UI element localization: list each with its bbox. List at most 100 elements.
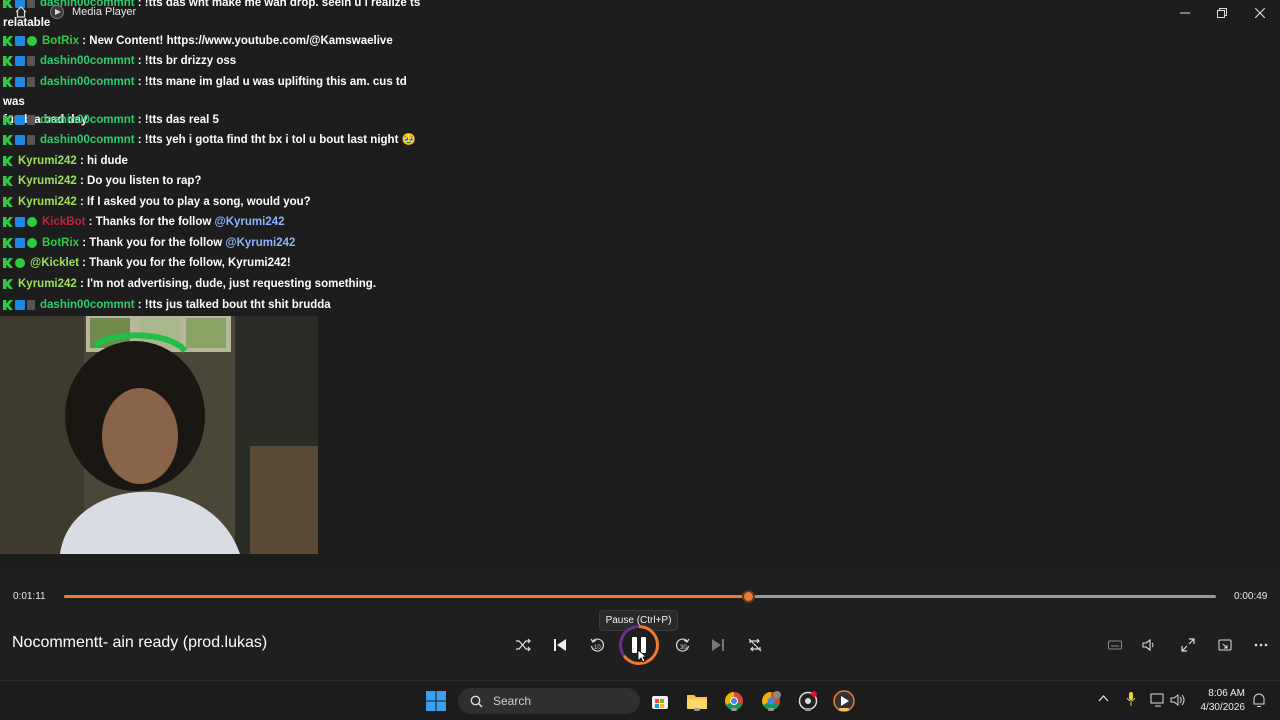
chat-message: Kyrumi242 : I'm not advertising, dude, j…	[3, 275, 423, 295]
volume-button[interactable]	[1136, 632, 1162, 658]
chat-message: BotRix : New Content! https://www.youtub…	[3, 32, 423, 52]
kick-badge-icon	[3, 197, 13, 207]
fullscreen-button[interactable]	[1175, 632, 1201, 658]
seek-bar[interactable]	[64, 595, 1216, 598]
chat-username: BotRix	[42, 35, 80, 47]
subscriber-badge-icon	[15, 77, 25, 87]
remaining-time: 0:00:49	[1234, 591, 1268, 602]
chat-message: dashin00commnt : !tts yeh i gotta find t…	[3, 131, 423, 151]
chat-username: dashin00commnt	[40, 299, 135, 311]
running-indicator	[694, 708, 700, 711]
elapsed-time: 0:01:11	[13, 591, 46, 602]
chat-username: BotRix	[42, 237, 80, 249]
miniplayer-icon	[1218, 639, 1232, 651]
obs-app[interactable]	[796, 689, 820, 713]
taskbar-search[interactable]: Search	[458, 688, 640, 714]
chat-username: KickBot	[42, 216, 86, 228]
moderator-badge-icon	[27, 56, 35, 66]
chat-text: : Thank you for the follow	[79, 237, 226, 249]
repeat-off-button[interactable]	[742, 632, 768, 658]
svg-text:30: 30	[680, 645, 687, 651]
kick-badge-icon	[3, 56, 13, 66]
more-options-button[interactable]	[1248, 632, 1274, 658]
miniplayer-button[interactable]	[1212, 632, 1238, 658]
file-explorer-app[interactable]	[685, 689, 709, 713]
network-status[interactable]	[1150, 693, 1166, 710]
tray-overflow-button[interactable]	[1098, 693, 1109, 705]
verified-badge-icon	[27, 217, 37, 227]
chat-text: : !tts br drizzy oss	[134, 55, 237, 67]
speaker-icon	[1170, 694, 1185, 706]
microphone-icon	[1126, 692, 1136, 706]
home-icon[interactable]	[14, 5, 28, 19]
chat-message: KickBot : Thanks for the follow @Kyrumi2…	[3, 213, 423, 233]
chat-message: Kyrumi242 : If I asked you to play a son…	[3, 193, 423, 213]
chat-badges	[3, 298, 37, 316]
chrome-app[interactable]	[722, 689, 746, 713]
seek-thumb[interactable]	[741, 590, 755, 603]
chat-text: : New Content! https://www.youtube.com/@…	[79, 35, 393, 47]
chat-message: BotRix : Thank you for the follow @Kyrum…	[3, 234, 423, 254]
minimize-button[interactable]	[1166, 0, 1204, 26]
previous-button[interactable]	[547, 632, 573, 658]
kick-badge-icon	[3, 36, 13, 46]
minimize-icon	[1180, 12, 1190, 14]
chat-badges	[3, 174, 15, 192]
microphone-status[interactable]	[1126, 691, 1136, 710]
start-button[interactable]	[424, 689, 448, 713]
running-indicator	[768, 708, 774, 711]
kick-badge-icon	[3, 135, 13, 145]
active-indicator	[839, 708, 849, 711]
chevron-up-icon	[1098, 695, 1109, 702]
chat-username: Kyrumi242	[18, 278, 77, 290]
subscriber-badge-icon	[15, 56, 25, 66]
moderator-badge-icon	[27, 77, 35, 87]
chat-badges	[3, 256, 27, 274]
forward-30-button[interactable]: 30	[670, 632, 696, 658]
forward-30-icon: 30	[675, 638, 690, 652]
media-player-app[interactable]	[832, 689, 856, 713]
chat-text: : !tts jus talked bout tht shit brudda	[134, 299, 331, 311]
shuffle-button[interactable]	[510, 632, 536, 658]
chat-badges	[3, 195, 15, 213]
chat-badges	[3, 75, 37, 93]
rewind-10-button[interactable]: 10	[584, 632, 610, 658]
moderator-badge-icon	[27, 135, 35, 145]
chat-message: dashin00commnt : !tts das real 5	[3, 111, 423, 131]
restore-button[interactable]	[1203, 0, 1241, 26]
svg-text:10: 10	[594, 645, 601, 651]
store-app[interactable]	[648, 689, 672, 713]
chat-text: : If I asked you to play a song, would y…	[76, 196, 311, 208]
chat-username: dashin00commnt	[40, 55, 135, 67]
chat-mention: @Kyrumi242	[225, 237, 296, 249]
previous-icon	[554, 639, 566, 651]
notification-icon	[1253, 693, 1265, 707]
moderator-badge-icon	[27, 115, 35, 125]
notifications-button[interactable]	[1252, 692, 1266, 711]
chat-username: Kyrumi242	[18, 175, 77, 187]
volume-status[interactable]	[1170, 693, 1186, 710]
video-frame[interactable]: dashin00commnt : !tts das wht make me wa…	[0, 0, 1280, 570]
kick-badge-icon	[3, 176, 13, 186]
chrome-profile-app[interactable]	[759, 689, 783, 713]
captions-button[interactable]	[1102, 632, 1128, 658]
next-button[interactable]	[705, 632, 731, 658]
chat-message: dashin00commnt : !tts br drizzy oss	[3, 52, 423, 72]
taskbar: Search 8:06 AM 4/30/2026	[0, 680, 1280, 720]
restore-icon	[1217, 8, 1227, 18]
kick-badge-icon	[3, 300, 13, 310]
subscriber-badge-icon	[15, 135, 25, 145]
running-indicator	[731, 708, 737, 711]
close-button[interactable]	[1241, 0, 1279, 26]
clock[interactable]: 8:06 AM 4/30/2026	[1195, 687, 1246, 715]
chat-username: dashin00commnt	[40, 134, 135, 146]
repeat-off-icon	[748, 638, 762, 652]
kick-badge-icon	[3, 279, 13, 289]
chat-badges	[3, 54, 37, 72]
chat-message: dashin00commnt : !tts jus talked bout th…	[3, 296, 423, 316]
kick-badge-icon	[3, 156, 13, 166]
chat-text: : Thanks for the follow	[85, 216, 215, 228]
verified-badge-icon	[27, 36, 37, 46]
subscriber-badge-icon	[15, 36, 25, 46]
chat-text: : hi dude	[76, 155, 128, 167]
